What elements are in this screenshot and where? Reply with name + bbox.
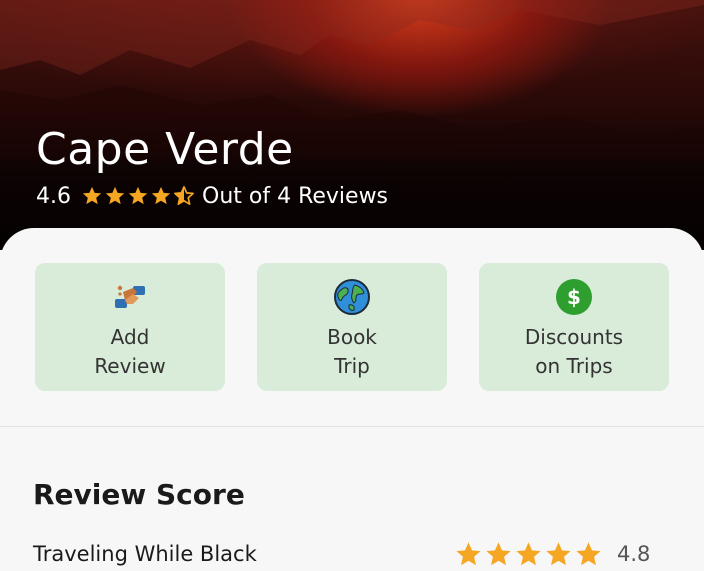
dollar-coin-icon: $ — [554, 277, 594, 317]
handshake-icon — [110, 277, 150, 317]
discounts-button[interactable]: $ Discounts on Trips — [479, 263, 669, 391]
star-icon — [151, 186, 171, 205]
review-score-stars — [453, 540, 603, 569]
svg-text:$: $ — [567, 285, 581, 309]
rating-summary: 4.6 Out of 4 Reviews — [36, 181, 388, 211]
rating-stars — [81, 185, 196, 207]
book-trip-label-line2: Trip — [334, 354, 370, 378]
section-divider — [0, 426, 704, 427]
star-icon — [576, 541, 601, 565]
book-trip-button[interactable]: Book Trip — [257, 263, 447, 391]
book-trip-label-line1: Book — [327, 325, 377, 349]
review-score-label: Traveling While Black — [33, 542, 257, 566]
star-icon — [516, 541, 541, 565]
add-review-label-line1: Add — [110, 325, 150, 349]
star-half-icon — [174, 186, 194, 205]
discounts-label-line2: on Trips — [535, 354, 613, 378]
review-score-heading: Review Score — [33, 478, 245, 511]
add-review-button[interactable]: Add Review — [35, 263, 225, 391]
add-review-label-line2: Review — [94, 354, 166, 378]
globe-icon — [332, 277, 372, 317]
star-icon — [486, 541, 511, 565]
review-score-row: Traveling While Black 4.8 — [33, 537, 653, 571]
review-score-value: 4.8 — [617, 542, 651, 566]
star-icon — [456, 541, 481, 565]
star-icon — [546, 541, 571, 565]
action-cards: Add Review Book Trip $ Discounts on Trip… — [35, 263, 669, 391]
star-icon — [82, 186, 102, 205]
discounts-label-line1: Discounts — [524, 325, 624, 349]
star-icon — [128, 186, 148, 205]
destination-title: Cape Verde — [36, 124, 294, 175]
star-icon — [105, 186, 125, 205]
rating-value: 4.6 — [36, 183, 71, 209]
reviews-count-text: Out of 4 Reviews — [202, 183, 389, 209]
